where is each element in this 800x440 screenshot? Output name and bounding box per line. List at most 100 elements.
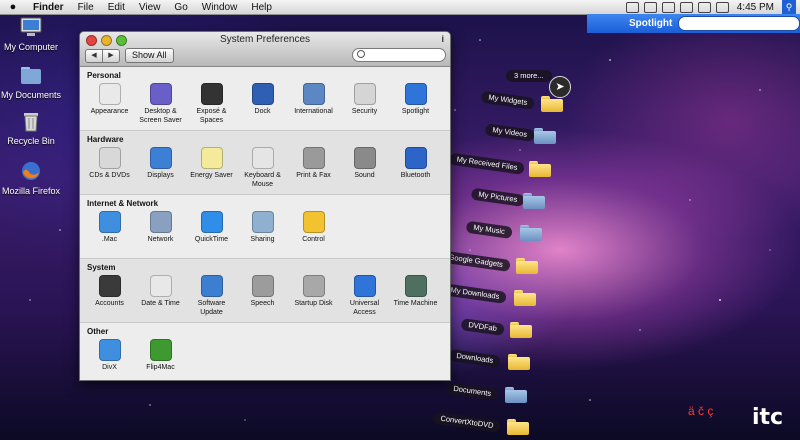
pref-time-machine[interactable]: Time Machine [390, 275, 441, 317]
pref-expos-spaces[interactable]: Exposé & Spaces [186, 83, 237, 125]
volume-icon[interactable] [715, 1, 729, 13]
pref-date-time[interactable]: Date & Time [135, 275, 186, 317]
pref-flip4mac[interactable]: Flip4Mac [135, 339, 186, 372]
pref-international[interactable]: International [288, 83, 339, 125]
stack-open-arrow-icon[interactable]: ➤ [549, 76, 571, 98]
folder-body [520, 228, 542, 242]
menu-window[interactable]: Window [195, 2, 245, 13]
pref-label: Displays [147, 172, 174, 179]
menu-finder[interactable]: Finder [26, 2, 71, 13]
section-items: DivX Flip4Mac [84, 339, 186, 372]
sharing-icon [251, 211, 274, 233]
stack-item-label[interactable]: My Videos [484, 123, 535, 143]
apple-menu-icon[interactable]: ● [0, 1, 26, 13]
toolbar-toggle-icon[interactable]: i [441, 34, 444, 44]
section-other: Other DivX Flip4Mac [80, 323, 450, 380]
pref-bluetooth[interactable]: Bluetooth [390, 147, 441, 189]
battery-icon[interactable] [643, 1, 657, 13]
folder-icon[interactable] [529, 160, 551, 177]
system-preferences-window: System Preferences i ◀ ▶ Show All Person… [79, 31, 451, 381]
pref-sound[interactable]: Sound [339, 147, 390, 189]
folder-icon[interactable] [507, 419, 529, 435]
stack-item-label[interactable]: My Received Files [448, 152, 525, 175]
stack-item-label[interactable]: Downloads [448, 349, 501, 369]
folder-icon[interactable] [534, 128, 556, 145]
desktop-icon-mozilla-firefox[interactable]: Mozilla Firefox [0, 160, 69, 196]
desktop-icon-recycle-bin[interactable]: Recycle Bin [0, 110, 69, 146]
stack-item-label[interactable]: My Widgets [480, 90, 535, 110]
folder-icon[interactable] [541, 96, 563, 112]
preferences-search-input[interactable] [352, 48, 446, 62]
stack-item-label[interactable]: My Music [465, 220, 513, 240]
pref-appearance[interactable]: Appearance [84, 83, 135, 125]
pref-sharing[interactable]: Sharing [237, 211, 288, 244]
pref-print-fax[interactable]: Print & Fax [288, 147, 339, 189]
pref-cds-dvds[interactable]: CDs & DVDs [84, 147, 135, 189]
desktop-icon-my-computer[interactable]: My Computer [0, 16, 69, 52]
show-all-button[interactable]: Show All [125, 48, 174, 63]
menu-edit[interactable]: Edit [101, 2, 132, 13]
menu-bar: ● Finder File Edit View Go Window Help 4… [0, 0, 800, 15]
pref-keyboard-mouse[interactable]: Keyboard & Mouse [237, 147, 288, 189]
folder-icon[interactable] [505, 386, 527, 403]
menu-help[interactable]: Help [244, 2, 279, 13]
pref-universal-access[interactable]: Universal Access [339, 275, 390, 317]
section-items: Accounts Date & Time Software Update Speech… [84, 275, 441, 317]
pref-software-update[interactable]: Software Update [186, 275, 237, 317]
menu-go[interactable]: Go [167, 2, 194, 13]
pref-label: Appearance [90, 108, 129, 115]
spotlight-menu-icon[interactable]: ⚲ [782, 0, 796, 14]
pref-security[interactable]: Security [339, 83, 390, 125]
back-button[interactable]: ◀ [85, 49, 103, 63]
pref-divx[interactable]: DivX [84, 339, 135, 372]
pref-displays[interactable]: Displays [135, 147, 186, 189]
desktop-icon-label: Recycle Bin [7, 136, 55, 146]
clipboard-icon[interactable] [679, 1, 693, 13]
menu-view[interactable]: View [132, 2, 168, 13]
pref-label: Startup Disk [294, 300, 333, 307]
pref-accounts[interactable]: Accounts [84, 275, 135, 317]
network-icon [149, 211, 172, 233]
display-icon[interactable] [625, 1, 639, 13]
pref-speech[interactable]: Speech [237, 275, 288, 317]
section-title: Internet & Network [87, 199, 159, 208]
folder-icon[interactable] [516, 257, 538, 274]
desktop-icon-label: My Computer [3, 42, 58, 52]
sync-icon[interactable] [661, 1, 675, 13]
stack-item-label[interactable]: My Downloads [442, 283, 507, 304]
folder-icon[interactable] [510, 322, 532, 339]
spotlight-search-input[interactable] [678, 16, 800, 31]
pref-label: Date & Time [141, 300, 180, 307]
folder-icon[interactable] [508, 354, 530, 371]
documents-folder-icon [21, 67, 41, 84]
stack-item-label[interactable]: DVDFab [460, 318, 505, 337]
folder-icon[interactable] [523, 192, 545, 209]
menu-file[interactable]: File [71, 2, 101, 13]
appearance-icon [98, 83, 121, 105]
pref--mac[interactable]: .Mac [84, 211, 135, 244]
pref-control[interactable]: Control [288, 211, 339, 244]
stack-more-label[interactable]: 3 more... [506, 70, 552, 82]
menu-extras: 4:45 PM ⚲ [625, 0, 800, 14]
network-icon[interactable] [697, 1, 711, 13]
pref-label: Desktop & Screen Saver [139, 108, 182, 124]
pref-energy-saver[interactable]: Energy Saver [186, 147, 237, 189]
pref-label: Control [302, 236, 325, 243]
folder-icon[interactable] [520, 225, 542, 242]
desktop-icon-my-documents[interactable]: My Documents [0, 64, 69, 100]
stack-item-label[interactable]: My Pictures [470, 187, 525, 207]
pref-desktop-screen-saver[interactable]: Desktop & Screen Saver [135, 83, 186, 125]
pref-network[interactable]: Network [135, 211, 186, 244]
folder-icon[interactable] [514, 289, 536, 306]
pref-quicktime[interactable]: QuickTime [186, 211, 237, 244]
computer-icon [20, 17, 42, 36]
pref-startup-disk[interactable]: Startup Disk [288, 275, 339, 317]
pref-dock[interactable]: Dock [237, 83, 288, 125]
menu-clock[interactable]: 4:45 PM [734, 2, 777, 13]
stack-item-label[interactable]: Documents [445, 381, 499, 401]
pref-spotlight[interactable]: Spotlight [390, 83, 441, 125]
stack-item-label[interactable]: ConvertXtoDVD [432, 411, 501, 433]
nav-buttons: ◀ ▶ [85, 49, 120, 63]
desktop-icon-label: My Documents [0, 90, 62, 100]
forward-button[interactable]: ▶ [103, 49, 120, 63]
